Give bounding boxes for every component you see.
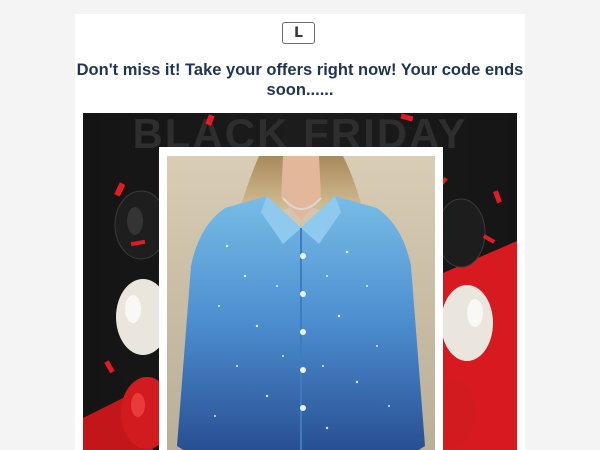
headline: Don't miss it! Take your offers right no… (76, 61, 524, 99)
logo-letter: L (294, 25, 303, 41)
confetti (493, 190, 502, 204)
sweater-illustration (177, 156, 425, 450)
email-container: L Don't miss it! Take your offers right … (75, 14, 525, 450)
brand-logo-icon[interactable]: L (282, 22, 315, 44)
confetti (400, 113, 414, 122)
confetti (114, 182, 126, 197)
balloon-shine (127, 207, 143, 235)
balloon-shine (131, 393, 145, 417)
balloon-shine (125, 295, 141, 323)
product-photo[interactable] (167, 156, 435, 450)
balloon-white-right (441, 285, 493, 361)
neck (281, 156, 321, 220)
confetti (205, 114, 215, 126)
confetti (104, 360, 115, 374)
product-photo-frame[interactable] (159, 147, 443, 450)
black-friday-banner[interactable]: BLACK FRIDAY (83, 113, 517, 450)
balloon-black-right (436, 198, 486, 268)
balloon-shine (467, 299, 483, 327)
